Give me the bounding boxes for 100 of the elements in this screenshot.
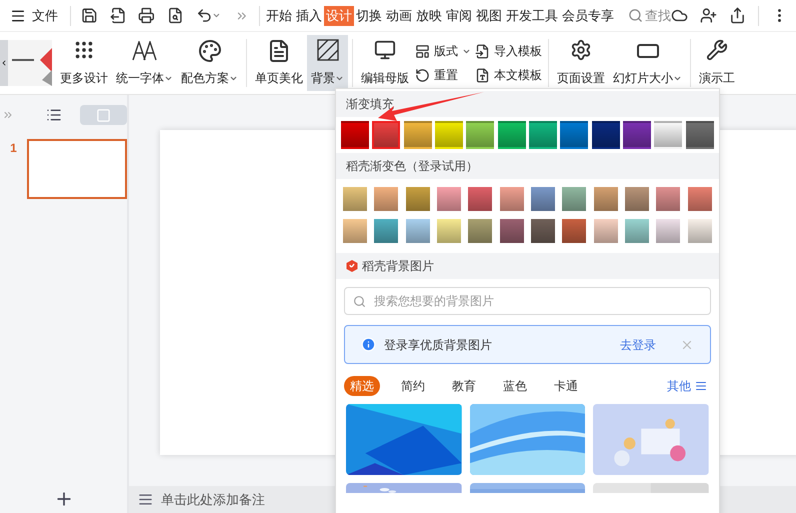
import-icon bbox=[475, 44, 490, 58]
hatched-square-icon bbox=[316, 39, 338, 61]
reset-button[interactable]: 重置 bbox=[413, 63, 473, 87]
ribbon-tab[interactable]: 切换 bbox=[354, 6, 384, 26]
gradient-swatch[interactable] bbox=[688, 219, 712, 243]
ribbon-tab[interactable]: 视图 bbox=[474, 6, 504, 26]
save-icon[interactable] bbox=[80, 7, 98, 24]
caret-icon[interactable] bbox=[212, 11, 222, 20]
gradient-swatch[interactable] bbox=[435, 121, 463, 149]
picture-search-field[interactable]: 搜索您想要的背景图片 bbox=[344, 287, 711, 315]
gradient-swatch[interactable] bbox=[562, 219, 586, 243]
gradient-swatch[interactable] bbox=[625, 219, 649, 243]
ribbon-tab[interactable]: 插入 bbox=[294, 6, 324, 26]
ribbon-tab[interactable]: 开发工具 bbox=[504, 6, 560, 26]
gradient-swatch[interactable] bbox=[594, 219, 618, 243]
gradient-swatch[interactable] bbox=[531, 187, 555, 211]
ribbon-tab[interactable]: 会员专享 bbox=[560, 6, 616, 26]
slide-thumbnail[interactable] bbox=[27, 139, 127, 199]
gradient-swatch[interactable] bbox=[437, 187, 461, 211]
import-template-button[interactable]: 导入模板 bbox=[473, 39, 544, 63]
more-categories-button[interactable]: 其他 bbox=[667, 377, 711, 395]
gradient-swatch[interactable] bbox=[531, 219, 555, 243]
search-button[interactable]: 查找 bbox=[628, 6, 671, 26]
gradient-swatch[interactable] bbox=[404, 121, 432, 149]
gradient-swatch[interactable] bbox=[592, 121, 620, 149]
category-tab[interactable]: 教育 bbox=[446, 376, 482, 396]
gradient-swatch[interactable] bbox=[594, 187, 618, 211]
gradient-swatch[interactable] bbox=[468, 187, 492, 211]
slide-view-tab[interactable] bbox=[80, 105, 127, 125]
gradient-swatch[interactable] bbox=[500, 187, 524, 211]
print-icon[interactable] bbox=[138, 7, 156, 24]
gradient-swatch[interactable] bbox=[562, 187, 586, 211]
gradient-swatch[interactable] bbox=[625, 187, 649, 211]
gradient-swatch[interactable] bbox=[341, 121, 369, 149]
page-setup-button[interactable]: 页面设置 bbox=[553, 35, 609, 91]
notes-placeholder: 单击此处添加备注 bbox=[161, 490, 265, 509]
gradient-swatch[interactable] bbox=[343, 219, 367, 243]
gradient-swatch[interactable] bbox=[343, 187, 367, 211]
gradient-swatch[interactable] bbox=[406, 219, 430, 243]
template-thumbnail[interactable] bbox=[8, 40, 52, 86]
gradient-swatch[interactable] bbox=[437, 219, 461, 243]
picture-search-input[interactable]: 搜索您想要的背景图片 bbox=[374, 292, 702, 310]
presentation-tools-button[interactable]: 演示工 bbox=[695, 35, 739, 91]
category-tab[interactable]: 卡通 bbox=[548, 376, 584, 396]
menu-icon bbox=[10, 8, 26, 24]
edit-master-button[interactable]: 编辑母版 bbox=[357, 35, 413, 91]
cloud-icon[interactable] bbox=[671, 7, 688, 24]
outline-view-icon[interactable] bbox=[46, 107, 62, 123]
gradient-swatch[interactable] bbox=[686, 121, 714, 149]
category-tab[interactable]: 简约 bbox=[395, 376, 431, 396]
layout-icon bbox=[415, 44, 430, 58]
gradient-swatch[interactable] bbox=[466, 121, 494, 149]
notes-icon bbox=[138, 492, 153, 507]
background-button[interactable]: 背景 bbox=[307, 35, 348, 91]
gradient-swatch[interactable] bbox=[560, 121, 588, 149]
login-link[interactable]: 去登录 bbox=[620, 336, 656, 354]
gradient-swatch[interactable] bbox=[374, 219, 398, 243]
ribbon-tab[interactable]: 放映 bbox=[414, 6, 444, 26]
gradient-swatch[interactable] bbox=[656, 187, 680, 211]
share-icon[interactable] bbox=[729, 7, 746, 24]
ribbon-tab[interactable]: 开始 bbox=[264, 6, 294, 26]
gradient-swatch[interactable] bbox=[529, 121, 557, 149]
expand-icon[interactable] bbox=[2, 109, 14, 121]
gradient-swatch[interactable] bbox=[498, 121, 526, 149]
document-icon bbox=[267, 39, 291, 63]
settings-icon bbox=[570, 39, 592, 61]
info-icon bbox=[361, 337, 376, 352]
user-add-icon[interactable] bbox=[700, 7, 717, 24]
color-scheme-button[interactable]: 配色方案 bbox=[177, 35, 242, 91]
gradient-swatch[interactable] bbox=[406, 187, 430, 211]
preview-icon[interactable] bbox=[167, 7, 184, 24]
gradient-swatch[interactable] bbox=[656, 219, 680, 243]
ribbon-tab[interactable]: 审阅 bbox=[444, 6, 474, 26]
gradient-swatch[interactable] bbox=[654, 121, 682, 149]
layout-button[interactable]: 版式 bbox=[413, 39, 473, 63]
slide-size-button[interactable]: 幻灯片大小 bbox=[609, 35, 686, 91]
slides-icon bbox=[96, 108, 111, 122]
text-template-button[interactable]: 本文模板 bbox=[473, 63, 544, 87]
ribbon-tab[interactable]: 动画 bbox=[384, 6, 414, 26]
monitor-icon bbox=[374, 39, 396, 61]
more-designs-button[interactable]: 更多设计 bbox=[56, 35, 112, 91]
undo-icon[interactable] bbox=[196, 7, 212, 24]
chevron-left-icon bbox=[0, 59, 8, 67]
category-tab[interactable]: 蓝色 bbox=[497, 376, 533, 396]
gradient-swatch[interactable] bbox=[688, 187, 712, 211]
grid-icon bbox=[73, 39, 95, 61]
palette-icon bbox=[198, 39, 222, 63]
unify-font-button[interactable]: 统一字体 bbox=[112, 35, 177, 91]
gradient-swatch[interactable] bbox=[374, 187, 398, 211]
gradient-swatch[interactable] bbox=[372, 121, 400, 149]
gradient-swatch[interactable] bbox=[500, 219, 524, 243]
gradient-swatch[interactable] bbox=[623, 121, 651, 149]
export-icon[interactable] bbox=[110, 7, 126, 24]
docer-logo-icon bbox=[346, 260, 358, 272]
wrench-icon bbox=[706, 39, 728, 61]
gradient-swatch[interactable] bbox=[468, 219, 492, 243]
page-beautify-button[interactable]: 单页美化 bbox=[251, 35, 307, 91]
section-header: 稻壳渐变色（登录试用） bbox=[336, 153, 719, 179]
file-menu[interactable]: 文件 bbox=[0, 6, 66, 26]
list-icon bbox=[695, 380, 707, 392]
